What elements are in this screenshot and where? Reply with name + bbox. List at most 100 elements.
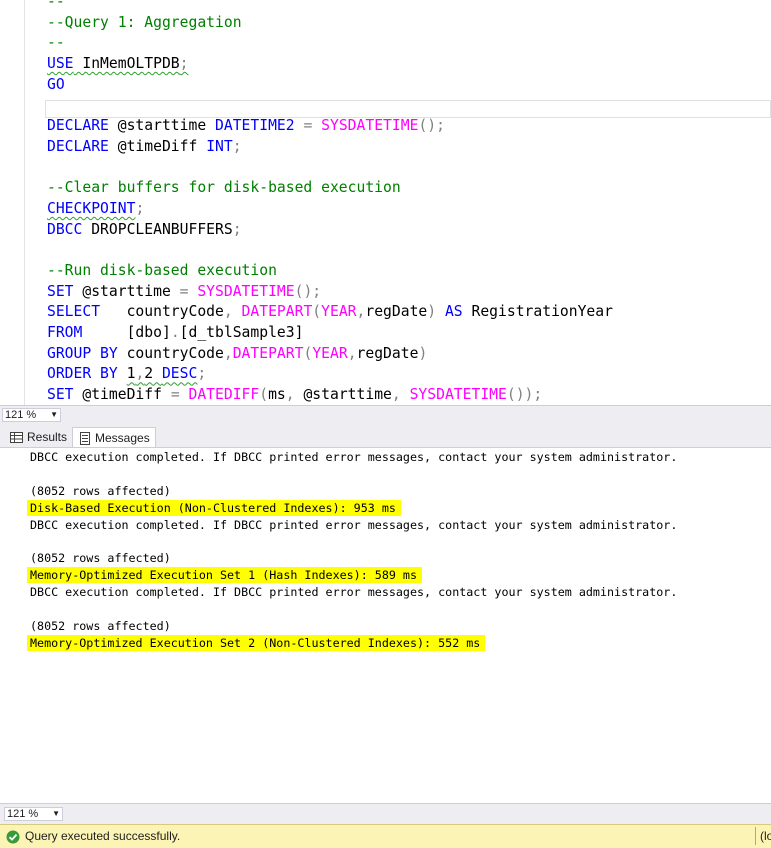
code-token: -- — [47, 0, 65, 10]
code-token: DECLARE — [47, 117, 109, 135]
code-token: DATEPART — [241, 303, 313, 321]
code-token: ; — [232, 137, 242, 155]
code-token: ( — [303, 344, 313, 362]
code-line[interactable]: -- — [47, 33, 613, 54]
code-token: --Run disk-based execution — [47, 261, 277, 279]
message-line: (8052 rows affected) — [30, 483, 171, 498]
code-token: DESC — [161, 365, 198, 383]
code-token: (); — [418, 117, 445, 135]
code-line[interactable]: --Query 1: Aggregation — [47, 13, 613, 34]
code-token: FROM — [47, 324, 83, 341]
code-line[interactable]: USE InMemOLTPDB; — [47, 54, 613, 75]
code-token: [d_tblSample3] — [179, 324, 304, 341]
code-line[interactable]: DECLARE @timeDiff INT; — [47, 137, 613, 158]
code-token: SET — [47, 386, 74, 404]
code-line[interactable]: DBCC DROPCLEANBUFFERS; — [47, 220, 613, 241]
code-token: CHECKPOINT — [47, 199, 136, 217]
messages-zoom-value: 121 % — [7, 808, 39, 820]
code-token: , — [135, 365, 145, 383]
code-token: YEAR — [321, 303, 357, 321]
code-token: 2 — [144, 365, 162, 383]
code-line[interactable] — [47, 240, 613, 261]
timing-result-line: Memory-Optimized Execution Set 2 (Non-Cl… — [30, 635, 481, 650]
code-token: InMemOLTPDB — [73, 55, 180, 73]
message-line: (8052 rows affected) — [30, 551, 171, 566]
code-token: RegistrationYear — [462, 303, 613, 321]
tab-messages-label: Messages — [95, 431, 150, 445]
chevron-down-icon: ▼ — [50, 410, 58, 419]
code-line[interactable]: CHECKPOINT; — [47, 199, 613, 220]
message-line: DBCC execution completed. If DBCC printe… — [30, 585, 678, 600]
code-line[interactable]: GROUP BY countryCode,DATEPART(YEAR,regDa… — [47, 344, 613, 365]
code-line[interactable]: SET @timeDiff = DATEDIFF(ms, @starttime,… — [47, 385, 613, 405]
chevron-down-icon: ▼ — [52, 809, 60, 818]
tab-messages[interactable]: Messages — [72, 427, 156, 447]
code-token: SYSDATETIME — [409, 386, 507, 404]
code-token: ; — [179, 55, 189, 73]
code-token: ( — [312, 303, 322, 321]
code-token: ( — [259, 386, 269, 404]
code-token: SYSDATETIME — [321, 117, 419, 135]
status-separator — [755, 827, 756, 845]
code-token: DBCC — [47, 220, 83, 238]
code-token: DATEPART — [232, 344, 304, 362]
code-token: @timeDiff — [73, 386, 171, 404]
success-check-icon — [6, 830, 20, 844]
code-token: ) — [418, 344, 428, 362]
code-line[interactable] — [47, 158, 613, 179]
code-token: ORDER BY — [47, 365, 118, 383]
tab-results[interactable]: Results — [4, 427, 70, 447]
code-token: -- — [47, 34, 65, 52]
code-token: ; — [135, 199, 145, 217]
sql-editor[interactable]: -- --Query 1: Aggregation -- USE InMemOLTPD… — [0, 0, 771, 405]
code-token: , — [223, 303, 233, 321]
code-token: @starttime — [108, 117, 216, 135]
sql-code[interactable]: -- --Query 1: Aggregation -- USE InMemOLTPD… — [47, 0, 613, 405]
code-line[interactable]: ORDER BY 1,2 DESC; — [47, 364, 613, 385]
editor-zoom-value: 121 % — [5, 409, 37, 421]
code-token: DECLARE — [47, 137, 109, 155]
code-token: SYSDATETIME — [197, 282, 295, 300]
code-token: SET — [47, 282, 74, 300]
code-token: , — [285, 386, 295, 404]
code-line[interactable]: -- — [47, 0, 613, 13]
message-line: DBCC execution completed. If DBCC printe… — [30, 450, 678, 464]
code-line[interactable]: SET @starttime = SYSDATETIME(); — [47, 282, 613, 303]
code-line[interactable]: GO — [47, 75, 613, 96]
code-token: ms — [268, 386, 286, 404]
code-line[interactable]: DECLARE @starttime DATETIME2 = SYSDATETI… — [47, 116, 613, 137]
code-token: = — [179, 282, 189, 300]
editor-margin-line — [24, 0, 25, 405]
code-token: , — [223, 344, 233, 362]
code-token: countryCode — [117, 344, 224, 362]
message-line: (8052 rows affected) — [30, 619, 171, 633]
server-info: (lo — [760, 829, 771, 843]
code-line[interactable]: --Run disk-based execution — [47, 261, 613, 282]
code-token: USE — [47, 55, 74, 73]
code-token: ) — [427, 303, 437, 321]
code-token: regDate — [365, 303, 428, 321]
messages-zoom-select[interactable]: 121 % ▼ — [4, 807, 63, 821]
editor-zoom-select[interactable]: 121 % ▼ — [2, 408, 61, 422]
code-token: ; — [197, 365, 207, 383]
code-line[interactable]: FROM [dbo].[d_tblSample3] — [47, 323, 613, 344]
grid-icon — [10, 432, 23, 444]
code-token: GROUP BY — [47, 344, 118, 362]
code-token: ; — [232, 220, 242, 238]
messages-pane[interactable]: DBCC execution completed. If DBCC printe… — [0, 448, 771, 803]
code-line[interactable]: SELECT countryCode, DATEPART(YEAR,regDat… — [47, 302, 613, 323]
code-token: YEAR — [312, 344, 348, 362]
code-token: . — [170, 324, 180, 341]
code-line[interactable]: --Clear buffers for disk-based execution — [47, 178, 613, 199]
code-token: --Clear buffers for disk-based execution — [47, 179, 401, 197]
code-token: countryCode — [100, 303, 224, 321]
messages-icon — [80, 432, 90, 446]
code-token: INT — [206, 137, 233, 155]
messages-zoom-bar: 121 % ▼ — [0, 803, 771, 824]
code-token: (); — [294, 282, 322, 300]
code-token: DATETIME2 — [215, 117, 295, 135]
code-line[interactable] — [47, 95, 613, 116]
